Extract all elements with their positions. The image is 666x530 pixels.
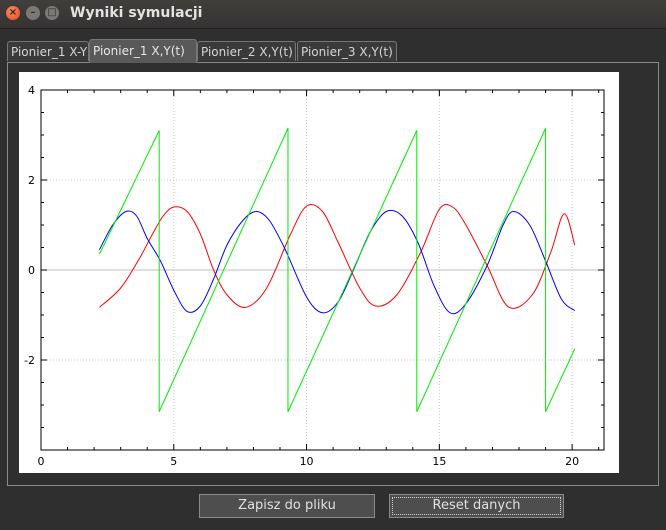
x-tick-label: 10 [300,455,314,468]
x-tick-label: 5 [170,455,177,468]
line-chart: 0 5 10 15 20 -2 0 2 4 [24,84,605,468]
plot-area: 0 5 10 15 20 -2 0 2 4 [19,72,619,473]
window-title: Wyniki symulacji [70,5,203,21]
reset-data-button[interactable]: Reset danych [389,494,564,518]
save-to-file-button[interactable]: Zapisz do pliku [199,494,375,518]
series-line-1 [98,209,576,315]
tab-pionier-2-xyt[interactable]: Pionier_2 X,Y(t) [197,41,296,61]
focus-indicator [392,497,561,515]
close-icon[interactable]: × [6,6,20,20]
tab-pionier-3-xyt[interactable]: Pionier_3 X,Y(t) [297,41,397,61]
y-tick-label: 2 [28,174,35,187]
tab-pionier-1-xy[interactable]: Pionier_1 X-Y [7,41,89,61]
y-tick-label: 0 [28,264,35,277]
y-tick-label: -2 [24,354,35,367]
y-tick-label: 4 [28,84,35,97]
x-tick-label: 15 [432,455,446,468]
minimize-icon[interactable]: – [26,6,40,20]
x-tick-label: 0 [38,455,45,468]
tab-pionier-1-xyt[interactable]: Pionier_1 X,Y(t) [89,39,197,63]
title-bar: × – □ Wyniki symulacji [0,0,666,29]
x-tick-label: 20 [565,455,579,468]
maximize-icon[interactable]: □ [45,6,59,20]
